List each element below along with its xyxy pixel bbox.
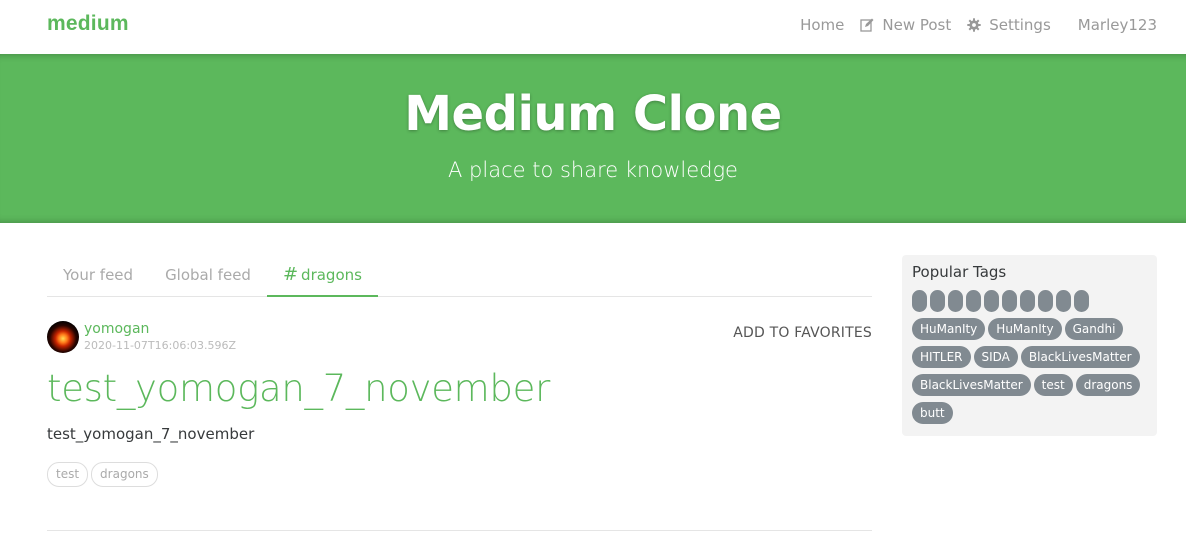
feed-toggle: Your feed Global feed # dragons <box>47 254 872 297</box>
tag-pill[interactable]: test <box>1033 374 1073 396</box>
nav-new-post-label: New Post <box>882 16 952 34</box>
author-name[interactable]: yomogan <box>84 321 149 337</box>
popular-tags-list: HuManIty HuManIty Gandhi HITLER SIDA Bla… <box>912 290 1147 430</box>
gear-icon <box>967 18 981 32</box>
add-to-favorites-button[interactable]: ADD TO FAVORITES <box>733 325 872 341</box>
tag-pill[interactable] <box>930 290 945 312</box>
tag-pill[interactable]: dragons <box>1075 374 1141 396</box>
brand-logo[interactable]: medium <box>47 12 129 36</box>
banner-subtitle: A place to share knowledge <box>448 158 738 182</box>
tag-pill[interactable] <box>1020 290 1035 312</box>
article-tag[interactable]: dragons <box>91 462 158 487</box>
tag-pill[interactable] <box>948 290 963 312</box>
tag-pill[interactable]: Gandhi <box>1064 318 1124 340</box>
nav-home[interactable]: Home <box>800 16 844 34</box>
nav-user-profile[interactable]: Marley123 <box>1078 16 1157 34</box>
tab-dragons[interactable]: # dragons <box>266 254 378 297</box>
nav-settings-label: Settings <box>989 16 1051 34</box>
tab-global-feed[interactable]: Global feed <box>149 254 267 297</box>
tab-dragons-label: dragons <box>301 266 362 284</box>
hero-banner: Medium Clone A place to share knowledge <box>0 54 1186 223</box>
article-tag-list: test dragons <box>47 462 161 487</box>
sidebar-title: Popular Tags <box>912 263 1007 281</box>
popular-tags-sidebar: Popular Tags HuManIty HuManIty Gandhi HI… <box>902 255 1157 436</box>
tag-pill[interactable] <box>1038 290 1053 312</box>
nav-home-label: Home <box>800 16 845 34</box>
tag-pill[interactable]: BlackLivesMatter <box>1020 346 1140 368</box>
tag-pill[interactable] <box>1002 290 1017 312</box>
tag-pill[interactable]: BlackLivesMatter <box>912 374 1031 396</box>
feed-tabs: Your feed Global feed # dragons <box>47 254 872 297</box>
hash-icon: # <box>282 264 299 285</box>
nav-new-post[interactable]: New Post <box>860 16 951 34</box>
nav-links: Home New Post Settings Marley123 <box>784 16 1157 34</box>
article-tag[interactable]: test <box>47 462 89 487</box>
tag-pill[interactable] <box>912 290 927 312</box>
tag-pill[interactable] <box>984 290 999 312</box>
tag-pill[interactable]: HuManIty <box>988 318 1062 340</box>
nav-settings[interactable]: Settings <box>967 16 1051 34</box>
article-title[interactable]: test_yomogan_7_november <box>47 367 550 410</box>
article-preview: yomogan 2020-11-07T16:06:03.596Z ADD TO … <box>47 297 872 531</box>
tag-pill[interactable] <box>966 290 981 312</box>
tag-pill[interactable]: SIDA <box>973 346 1018 368</box>
tag-pill[interactable] <box>1074 290 1089 312</box>
tag-pill[interactable]: HuManIty <box>912 318 986 340</box>
nav-username: Marley123 <box>1077 16 1157 34</box>
article-date: 2020-11-07T16:06:03.596Z <box>84 339 237 352</box>
top-navbar: medium Home New Post Settings Marley123 <box>0 0 1186 54</box>
tab-your-feed[interactable]: Your feed <box>47 254 149 297</box>
tag-pill[interactable]: butt <box>912 402 953 424</box>
tag-pill[interactable]: HITLER <box>912 346 971 368</box>
tag-pill[interactable] <box>1056 290 1071 312</box>
avatar[interactable] <box>47 321 79 353</box>
article-description: test_yomogan_7_november <box>47 425 255 443</box>
edit-icon <box>860 18 874 32</box>
banner-title: Medium Clone <box>404 86 782 142</box>
